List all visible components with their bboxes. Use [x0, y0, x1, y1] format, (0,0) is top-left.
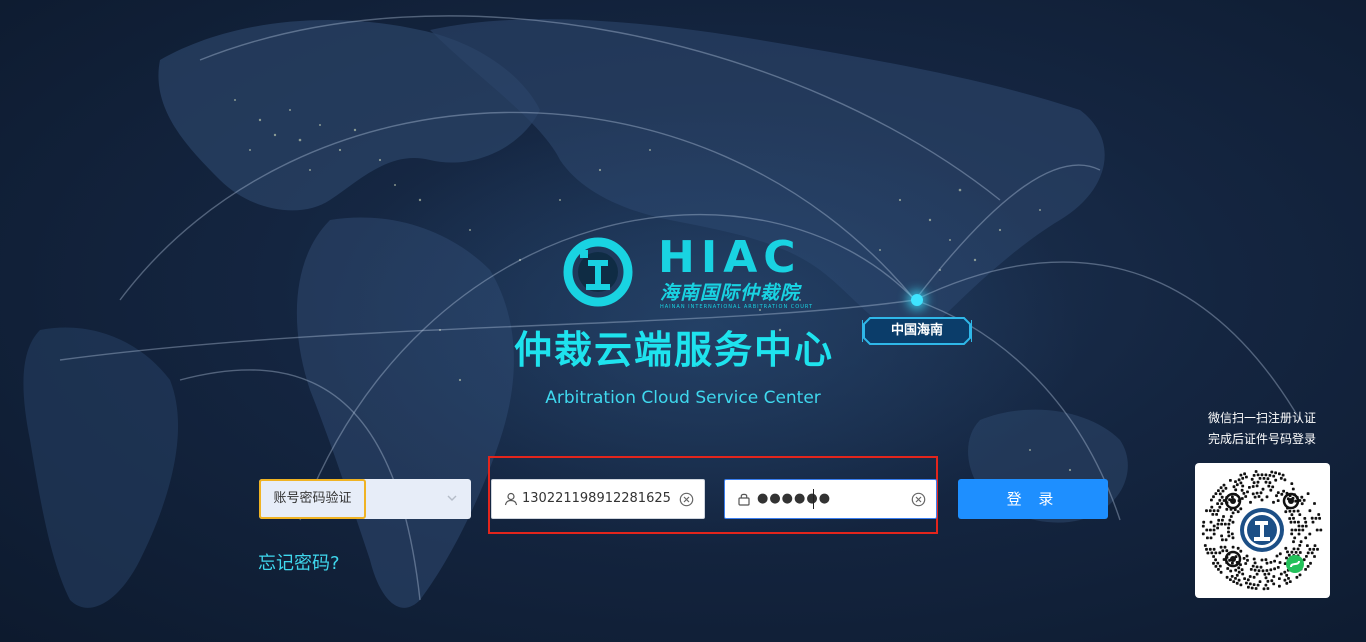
court-emblem-icon [563, 237, 633, 307]
clear-circle-icon[interactable] [911, 492, 926, 507]
username-input[interactable]: 130221198912281625 [522, 480, 671, 518]
page-title: 仲裁云端服务中心 [514, 328, 835, 372]
qr-hint-line-1: 微信扫一扫注册认证 [1207, 411, 1316, 425]
page-subtitle: Arbitration Cloud Service Center [545, 388, 821, 408]
qr-code-image [1201, 470, 1323, 591]
login-page: HIAC 海南国际仲裁院 HAINAN INTERNATIONAL ARBITR… [0, 0, 1366, 642]
chevron-down-icon[interactable] [445, 491, 459, 505]
logo-english-name: HAINAN INTERNATIONAL ARBITRATION COURT [660, 304, 814, 310]
user-icon [504, 492, 518, 506]
qr-hint-line-2: 完成后证件号码登录 [1207, 432, 1316, 446]
text-caret [813, 489, 814, 509]
logo-abbreviation: HIAC [658, 232, 802, 283]
login-button[interactable]: 登 录 [958, 479, 1108, 519]
wechat-mini-program-code[interactable] [1195, 463, 1330, 598]
clear-circle-icon[interactable] [679, 492, 694, 507]
auth-method-select[interactable]: 账号密码验证 [259, 479, 471, 519]
logo-chinese-name: 海南国际仲裁院 [660, 282, 801, 304]
password-field[interactable]: ●●●●●● [724, 479, 937, 519]
region-badge-label: 中国海南 [890, 323, 943, 338]
world-map-background [23, 15, 1301, 608]
qr-hint: 微信扫一扫注册认证 完成后证件号码登录 [1186, 408, 1338, 450]
forgot-password-link[interactable]: 忘记密码? [258, 549, 340, 575]
username-field[interactable]: 130221198912281625 [491, 479, 705, 519]
location-marker-icon [911, 294, 923, 306]
password-input[interactable]: ●●●●●● [757, 480, 831, 518]
auth-method-selected[interactable]: 账号密码验证 [259, 479, 366, 519]
hiac-logo: HIAC 海南国际仲裁院 HAINAN INTERNATIONAL ARBITR… [562, 232, 812, 312]
lock-icon [738, 493, 750, 506]
region-badge: 中国海南 [862, 316, 972, 346]
